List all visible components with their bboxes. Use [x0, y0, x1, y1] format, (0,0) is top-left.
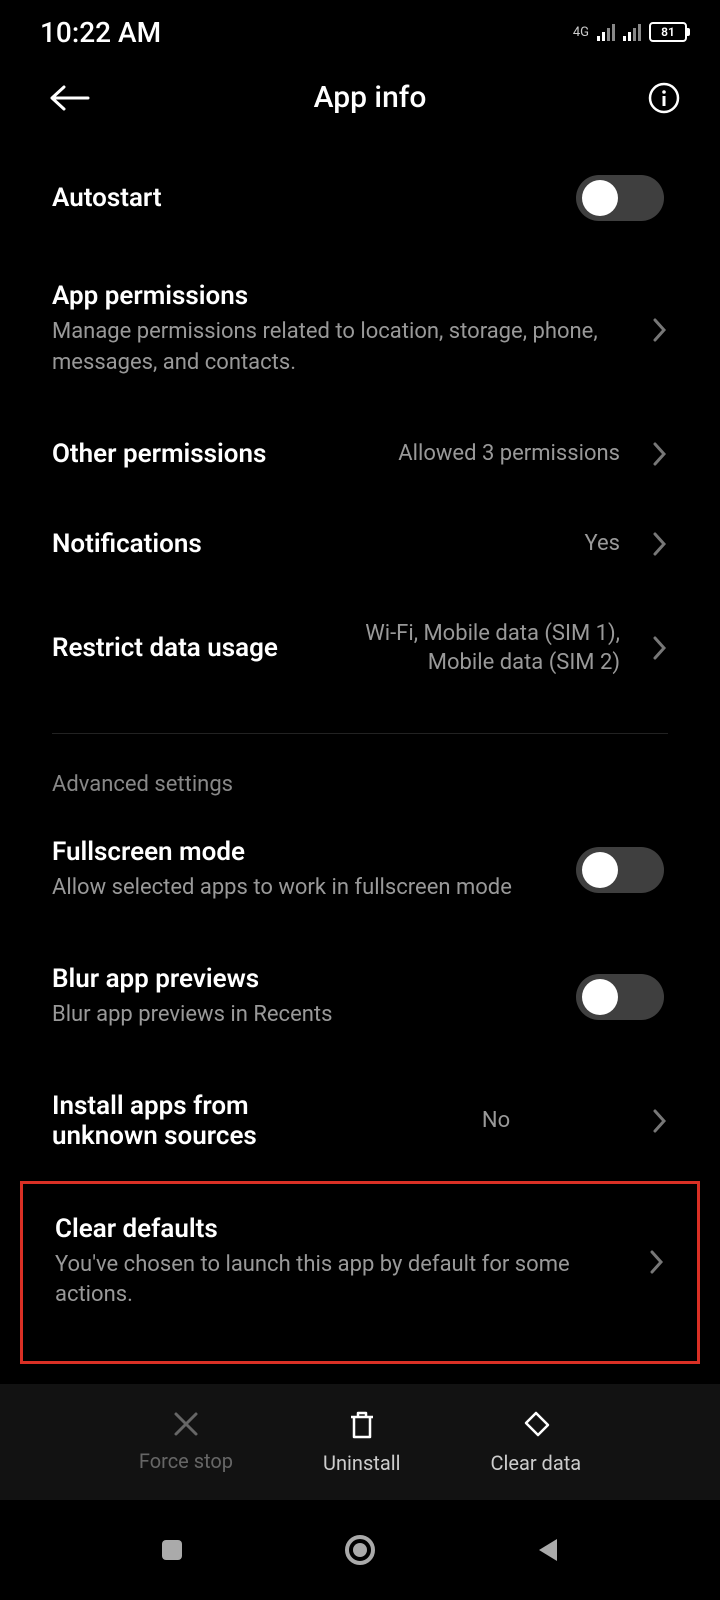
restrict-data-row[interactable]: Restrict data usage Wi-Fi, Mobile data (… [52, 589, 668, 708]
install-unknown-title: Install apps from unknown sources [52, 1091, 352, 1151]
autostart-row[interactable]: Autostart [52, 145, 668, 251]
back-nav-button[interactable] [535, 1536, 561, 1564]
status-indicators: 4G 81 [573, 22, 690, 42]
status-bar: 10:22 AM 4G 81 [0, 0, 720, 60]
chevron-right-icon [649, 1249, 665, 1275]
signal-sim1-icon [597, 23, 615, 41]
fullscreen-subtitle: Allow selected apps to work in fullscree… [52, 873, 556, 904]
header: App info [0, 60, 720, 145]
divider [52, 733, 668, 734]
other-permissions-value: Allowed 3 permissions [398, 439, 620, 469]
chevron-right-icon [652, 635, 668, 661]
trash-icon [347, 1409, 377, 1441]
blur-title: Blur app previews [52, 964, 556, 994]
back-button[interactable] [50, 83, 90, 113]
circle-icon [343, 1533, 377, 1567]
autostart-toggle[interactable] [576, 175, 664, 221]
blur-toggle[interactable] [576, 974, 664, 1020]
recents-button[interactable] [159, 1537, 185, 1563]
blur-subtitle: Blur app previews in Recents [52, 1000, 556, 1031]
eraser-icon [520, 1409, 552, 1441]
fullscreen-row[interactable]: Fullscreen mode Allow selected apps to w… [52, 807, 668, 934]
other-permissions-row[interactable]: Other permissions Allowed 3 permissions [52, 409, 668, 499]
network-type-label: 4G [573, 26, 589, 39]
chevron-right-icon [652, 531, 668, 557]
arrow-left-icon [50, 83, 90, 113]
close-icon [171, 1409, 201, 1439]
status-time: 10:22 AM [40, 16, 161, 49]
signal-sim2-icon [623, 23, 641, 41]
clear-defaults-highlight: Clear defaults You've chosen to launch t… [20, 1181, 700, 1365]
notifications-value: Yes [584, 529, 620, 559]
uninstall-label: Uninstall [323, 1451, 400, 1475]
clear-defaults-row[interactable]: Clear defaults You've chosen to launch t… [55, 1204, 665, 1322]
home-button[interactable] [343, 1533, 377, 1567]
advanced-section-header: Advanced settings [52, 754, 668, 807]
install-unknown-row[interactable]: Install apps from unknown sources No [52, 1061, 668, 1181]
info-icon [648, 82, 680, 114]
force-stop-button[interactable]: Force stop [139, 1409, 233, 1475]
force-stop-label: Force stop [139, 1449, 233, 1473]
blur-row[interactable]: Blur app previews Blur app previews in R… [52, 934, 668, 1061]
chevron-right-icon [652, 317, 668, 343]
clear-defaults-subtitle: You've chosen to launch this app by defa… [55, 1250, 617, 1312]
battery-icon: 81 [649, 22, 690, 42]
restrict-data-value: Wi-Fi, Mobile data (SIM 1), Mobile data … [300, 619, 620, 678]
system-nav-bar [0, 1500, 720, 1600]
fullscreen-toggle[interactable] [576, 847, 664, 893]
bottom-action-bar: Force stop Uninstall Clear data [0, 1384, 720, 1500]
chevron-right-icon [652, 1108, 668, 1134]
app-permissions-subtitle: Manage permissions related to location, … [52, 317, 620, 379]
fullscreen-title: Fullscreen mode [52, 837, 556, 867]
clear-defaults-title: Clear defaults [55, 1214, 617, 1244]
autostart-title: Autostart [52, 183, 556, 213]
page-title: App info [50, 80, 690, 115]
clear-data-button[interactable]: Clear data [490, 1409, 581, 1475]
app-permissions-row[interactable]: App permissions Manage permissions relat… [52, 251, 668, 409]
notifications-title: Notifications [52, 529, 564, 559]
triangle-left-icon [535, 1536, 561, 1564]
square-icon [159, 1537, 185, 1563]
chevron-right-icon [652, 441, 668, 467]
notifications-row[interactable]: Notifications Yes [52, 499, 668, 589]
info-button[interactable] [648, 82, 680, 114]
app-permissions-title: App permissions [52, 281, 620, 311]
other-permissions-title: Other permissions [52, 439, 378, 469]
restrict-data-title: Restrict data usage [52, 633, 280, 663]
install-unknown-value: No [482, 1106, 510, 1136]
clear-data-label: Clear data [490, 1451, 581, 1475]
uninstall-button[interactable]: Uninstall [323, 1409, 400, 1475]
